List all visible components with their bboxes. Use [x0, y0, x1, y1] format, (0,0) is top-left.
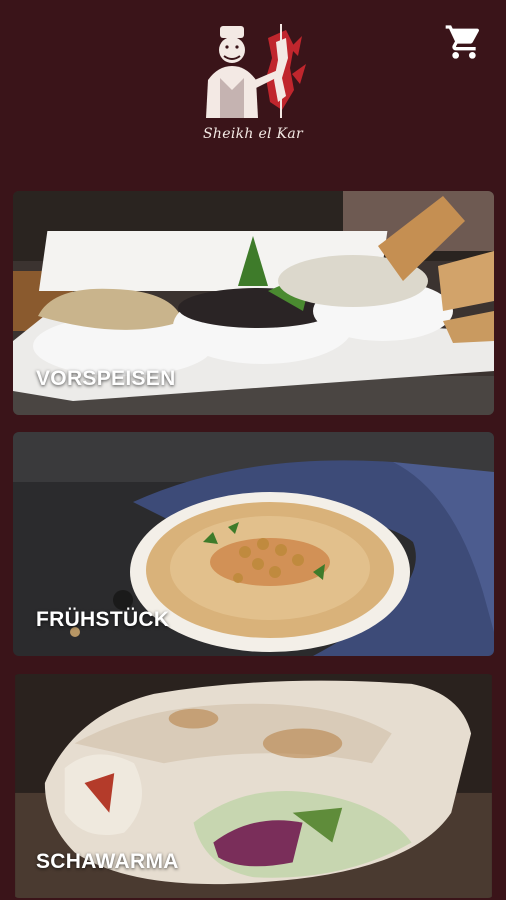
cart-button[interactable]	[444, 22, 484, 62]
category-card-fruehstueck[interactable]: FRÜHSTÜCK	[13, 432, 494, 656]
chef-with-doner-logo-icon	[206, 24, 306, 118]
shopping-cart-icon	[445, 25, 480, 59]
category-card-vorspeisen[interactable]: VORSPEISEN	[13, 191, 494, 415]
logo-wordmark: Sheikh el Kar	[203, 126, 303, 142]
category-label: VORSPEISEN	[36, 367, 176, 390]
category-card-schawarma[interactable]: SCHAWARMA	[13, 674, 494, 898]
app-header: Sheikh el Kar	[0, 0, 506, 175]
category-label: FRÜHSTÜCK	[36, 608, 170, 631]
category-label: SCHAWARMA	[36, 850, 179, 873]
restaurant-logo: Sheikh el Kar	[190, 18, 316, 158]
